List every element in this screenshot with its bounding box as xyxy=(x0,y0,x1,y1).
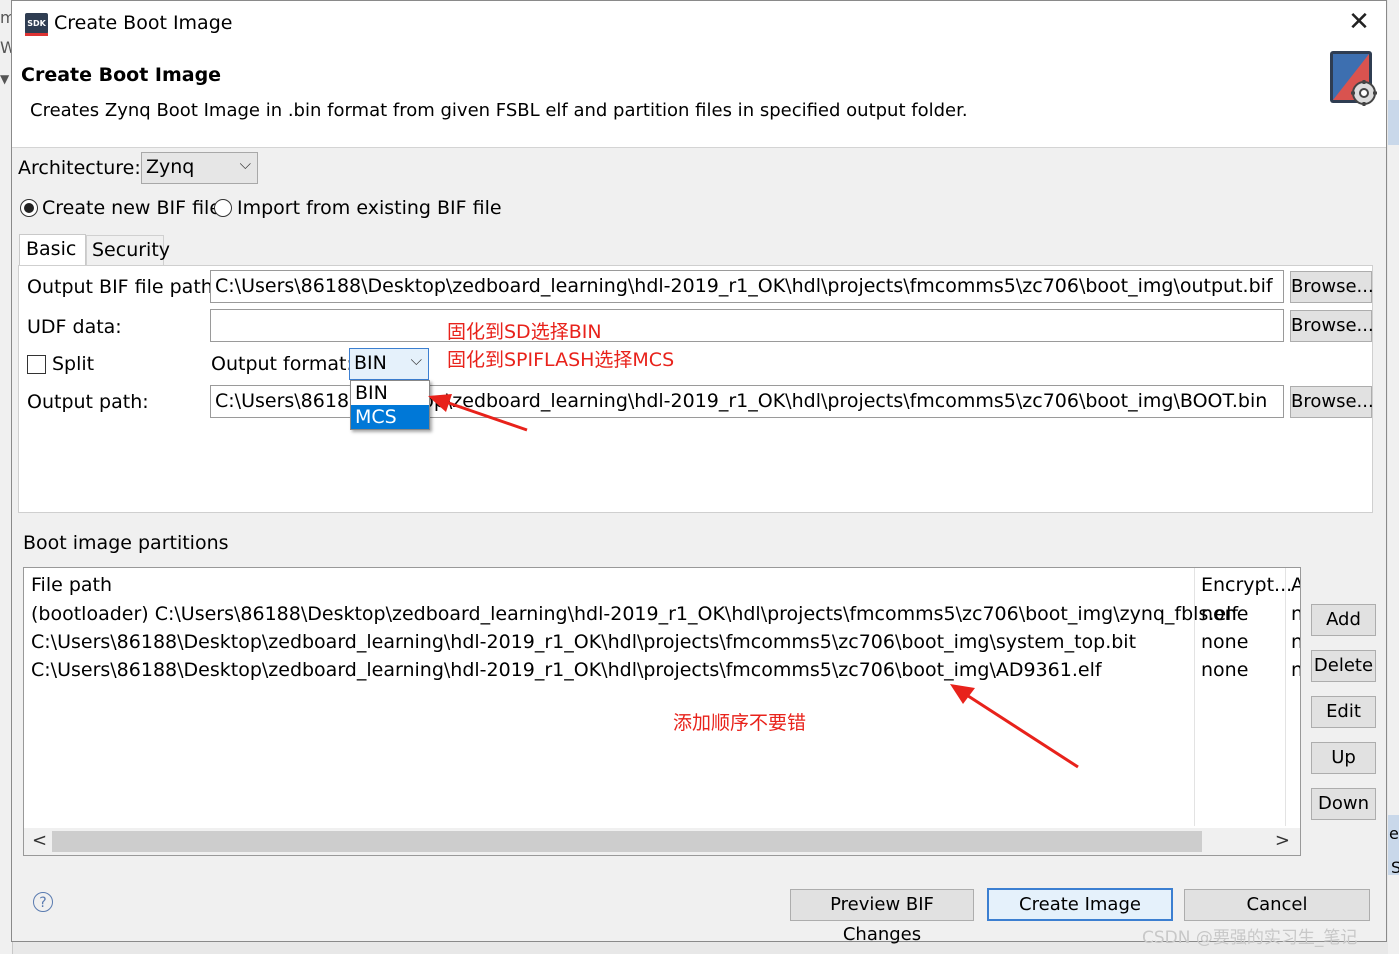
dropdown-option-bin[interactable]: BIN xyxy=(351,381,429,405)
table-row-path[interactable]: C:\Users\86188\Desktop\zedboard_learning… xyxy=(31,631,1136,653)
output-format-dropdown: BIN MCS xyxy=(350,380,430,430)
browse-output-button[interactable]: Browse... xyxy=(1290,386,1374,418)
help-icon[interactable]: ? xyxy=(33,892,53,912)
output-bif-label: Output BIF file path: xyxy=(27,276,220,298)
import-bif-radio[interactable] xyxy=(214,199,232,217)
annotation-order: 添加顺序不要错 xyxy=(673,712,807,734)
table-row-encrypt[interactable]: none xyxy=(1201,659,1248,681)
background-window-edge-right: e S xyxy=(1388,0,1399,954)
architecture-select[interactable]: Zynq ⌵ xyxy=(141,152,258,184)
wizard-header: Create Boot Image Creates Zynq Boot Imag… xyxy=(12,47,1386,148)
browse-udf-button[interactable]: Browse... xyxy=(1290,310,1374,342)
sdk-app-icon: SDK xyxy=(25,13,48,36)
udf-label: UDF data: xyxy=(27,316,122,338)
boot-image-gear-icon xyxy=(1330,51,1377,106)
architecture-label: Architecture: xyxy=(18,157,141,179)
output-path-label: Output path: xyxy=(27,391,149,413)
page-title: Create Boot Image xyxy=(21,64,222,86)
tab-basic[interactable]: Basic xyxy=(19,234,86,266)
column-header-a[interactable]: A xyxy=(1291,574,1300,596)
column-divider xyxy=(1285,568,1286,826)
create-new-bif-radio[interactable] xyxy=(20,199,38,217)
table-row-encrypt[interactable]: none xyxy=(1201,603,1248,625)
output-format-label: Output format: xyxy=(211,353,353,375)
up-button[interactable]: Up xyxy=(1311,742,1376,774)
tab-security[interactable]: Security xyxy=(86,235,170,265)
partitions-section-label: Boot image partitions xyxy=(23,532,229,554)
dropdown-option-mcs[interactable]: MCS xyxy=(351,405,429,429)
preview-bif-button[interactable]: Preview BIF Changes xyxy=(790,889,974,945)
table-row-encrypt[interactable]: none xyxy=(1201,631,1248,653)
scroll-left-icon[interactable]: < xyxy=(32,830,47,851)
column-header-encrypt[interactable]: Encrypt... xyxy=(1201,574,1292,596)
chevron-down-icon: ⌵ xyxy=(239,155,251,173)
split-label[interactable]: Split xyxy=(52,353,94,375)
udf-field[interactable] xyxy=(210,309,1284,342)
edit-button[interactable]: Edit xyxy=(1311,696,1376,728)
background-text-fragment: S xyxy=(1391,858,1399,877)
output-format-select[interactable]: BIN ⌵ xyxy=(349,348,429,380)
create-image-button[interactable]: Create Image xyxy=(987,888,1173,921)
background-text-fragment: e xyxy=(1389,824,1399,843)
close-icon[interactable]: ✕ xyxy=(1346,9,1372,35)
delete-button[interactable]: Delete xyxy=(1311,650,1376,682)
table-row-path[interactable]: C:\Users\86188\Desktop\zedboard_learning… xyxy=(31,659,1102,681)
background-panel xyxy=(1388,100,1399,145)
add-button[interactable]: Add xyxy=(1311,604,1376,636)
output-bif-field[interactable]: C:\Users\86188\Desktop\zedboard_learning… xyxy=(210,270,1284,303)
scroll-right-icon[interactable]: > xyxy=(1275,830,1290,851)
column-header-file-path[interactable]: File path xyxy=(31,574,112,596)
import-bif-label[interactable]: Import from existing BIF file xyxy=(237,197,502,219)
background-arrow-icon: ▼ xyxy=(0,72,10,86)
architecture-value: Zynq xyxy=(146,156,195,178)
browse-bif-button[interactable]: Browse... xyxy=(1290,271,1374,303)
horizontal-scrollbar[interactable]: < > xyxy=(24,828,1300,855)
table-row-a[interactable]: n xyxy=(1291,603,1300,625)
watermark: CSDN @要强的实习生_笔记 xyxy=(1142,928,1358,948)
chevron-down-icon: ⌵ xyxy=(410,351,422,369)
annotation-spiflash: 固化到SPIFLASH选择MCS xyxy=(447,349,675,371)
create-boot-image-dialog: SDK Create Boot Image ✕ Create Boot Imag… xyxy=(11,0,1387,945)
scrollbar-thumb[interactable] xyxy=(52,831,1202,852)
cancel-button[interactable]: Cancel xyxy=(1184,889,1370,921)
table-row-a[interactable]: n xyxy=(1291,631,1300,653)
page-description: Creates Zynq Boot Image in .bin format f… xyxy=(30,100,968,121)
output-format-value: BIN xyxy=(354,352,387,374)
annotation-sd: 固化到SD选择BIN xyxy=(447,321,602,343)
create-new-bif-label[interactable]: Create new BIF file xyxy=(42,197,221,219)
split-checkbox[interactable] xyxy=(27,355,46,374)
down-button[interactable]: Down xyxy=(1311,788,1376,820)
window-title: Create Boot Image xyxy=(54,12,233,34)
table-row-a[interactable]: n xyxy=(1291,659,1300,681)
title-bar: SDK Create Boot Image ✕ xyxy=(12,1,1386,47)
partitions-table: File path Encrypt... A (bootloader) C:\U… xyxy=(23,567,1301,856)
table-row-path[interactable]: (bootloader) C:\Users\86188\Desktop\zedb… xyxy=(31,603,1238,625)
